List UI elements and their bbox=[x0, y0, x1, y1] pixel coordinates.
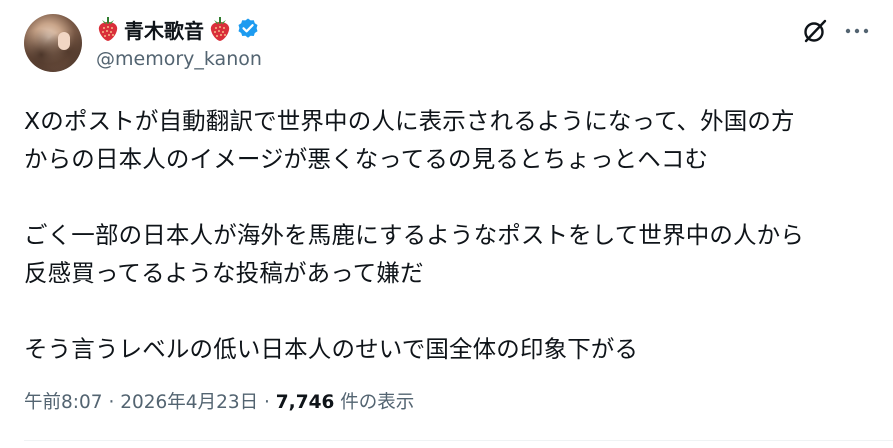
more-icon[interactable] bbox=[842, 20, 872, 42]
author-name-row[interactable]: 青木歌音 bbox=[96, 14, 260, 44]
verified-badge-icon[interactable] bbox=[236, 17, 260, 41]
divider bbox=[24, 440, 893, 441]
post-line: からの日本人のイメージが悪くなってるの見るとちょっとヘコむ bbox=[24, 145, 709, 173]
avatar[interactable] bbox=[24, 14, 82, 72]
avatar-peace-sign bbox=[58, 32, 70, 50]
post-line: Xのポストが自動翻訳で世界中の人に表示されるようになって、外国の方 bbox=[24, 107, 795, 135]
avatar-hair bbox=[24, 14, 82, 72]
post-meta: 午前8:07 · 2026年4月23日 · 7,746 件の表示 bbox=[24, 388, 414, 414]
strawberry-icon bbox=[210, 17, 230, 41]
author-display-name[interactable]: 青木歌音 bbox=[124, 15, 204, 44]
meta-separator: · bbox=[264, 392, 270, 413]
post-line: ごく一部の日本人が海外を馬鹿にするようなポストをして世界中の人から bbox=[24, 221, 804, 249]
post-time[interactable]: 午前8:07 bbox=[24, 392, 103, 413]
post-line: 反感買ってるような投稿があって嫌だ bbox=[24, 259, 424, 287]
views-count: 7,746 bbox=[275, 392, 335, 413]
strawberry-icon bbox=[98, 17, 118, 41]
grok-icon[interactable] bbox=[802, 18, 828, 44]
post-date[interactable]: 2026年4月23日 bbox=[120, 392, 258, 413]
views-label: 件の表示 bbox=[340, 392, 415, 413]
post-line: そう言うレベルの低い日本人のせいで国全体の印象下がる bbox=[24, 335, 639, 363]
post-text: Xのポストが自動翻訳で世界中の人に表示されるようになって、外国の方 からの日本人… bbox=[24, 102, 874, 368]
meta-separator: · bbox=[108, 392, 115, 413]
author-handle[interactable]: @memory_kanon bbox=[96, 48, 262, 70]
